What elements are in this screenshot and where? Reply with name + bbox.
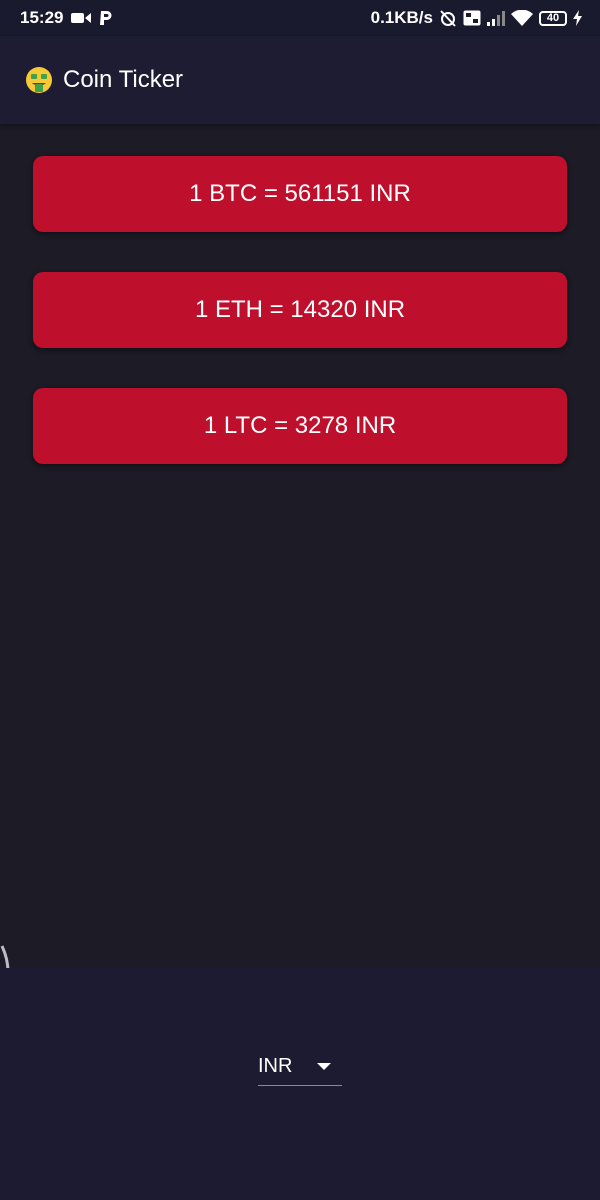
ltc-rate-text: 1 LTC = 3278 INR <box>203 412 397 439</box>
money-mouth-face-icon <box>25 66 53 94</box>
status-bar-right: 0.1KB/s 40 <box>371 8 582 28</box>
eth-rate-card[interactable]: 1 ETH = 14320 INR <box>33 272 567 348</box>
status-time: 15:29 <box>20 8 64 27</box>
battery-level: 40 <box>546 11 560 24</box>
video-camera-icon <box>71 11 92 25</box>
btc-rate-text: 1 BTC = 561151 INR <box>189 180 411 207</box>
currency-dropdown-value: INR <box>258 1055 293 1077</box>
app-bar: Coin Ticker <box>0 36 600 124</box>
chevron-down-icon <box>317 1063 331 1070</box>
app-title: Coin Ticker <box>63 66 184 93</box>
signal-icon <box>487 10 505 26</box>
ltc-rate-card[interactable]: 1 LTC = 3278 INR <box>33 388 567 464</box>
battery-icon: 40 <box>539 10 567 26</box>
volte-icon <box>463 10 481 26</box>
charging-icon <box>573 10 582 26</box>
parking-icon <box>99 10 113 26</box>
eth-rate-text: 1 ETH = 14320 INR <box>194 296 406 323</box>
network-speed: 0.1KB/s <box>370 8 433 27</box>
rates-list: 1 BTC = 561151 INR 1 ETH = 14320 INR 1 L… <box>33 156 567 504</box>
btc-rate-card[interactable]: 1 BTC = 561151 INR <box>33 156 567 232</box>
alarm-off-icon <box>439 9 457 27</box>
status-bar: 15:29 0.1KB/s 40 <box>0 0 600 36</box>
wifi-icon <box>511 10 533 26</box>
currency-dropdown[interactable]: INR <box>258 1048 342 1086</box>
status-bar-left: 15:29 <box>20 8 113 28</box>
